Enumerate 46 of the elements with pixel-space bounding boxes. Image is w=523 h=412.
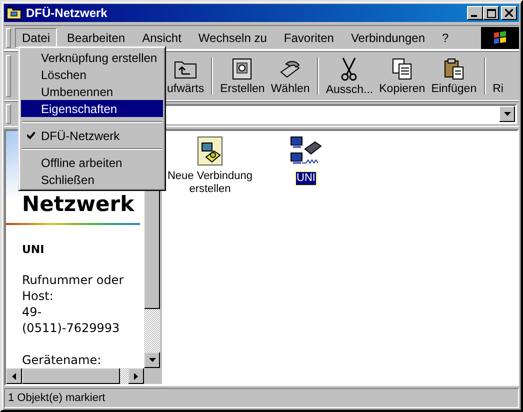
window-title: DFÜ-Netzwerk bbox=[26, 6, 108, 20]
detail-label: Gerätename: bbox=[22, 352, 102, 368]
toolbar-button[interactable]: Kopieren bbox=[376, 56, 428, 96]
windows-logo-icon bbox=[481, 27, 519, 49]
toolbar-button[interactable]: Wählen bbox=[268, 56, 313, 96]
menu-item[interactable]: Verknüpfung erstellen bbox=[21, 49, 163, 66]
maximize-icon bbox=[486, 8, 496, 18]
scroll-down-icon[interactable] bbox=[144, 352, 160, 368]
scissors-icon bbox=[340, 56, 358, 80]
folder-icon bbox=[6, 6, 22, 20]
copy-icon bbox=[391, 58, 414, 80]
icon-label[interactable]: Neue Verbindung erstellen bbox=[162, 170, 258, 196]
toolbar-button[interactable]: Erstellen bbox=[217, 56, 268, 96]
dialup-create-icon bbox=[231, 58, 254, 80]
menu-item[interactable]: Löschen bbox=[21, 66, 163, 83]
scrollbar-thumb[interactable] bbox=[22, 368, 120, 384]
minimize-button[interactable] bbox=[467, 6, 483, 20]
menu-item[interactable]: Bearbeiten bbox=[60, 28, 132, 48]
horizontal-scrollbar[interactable] bbox=[6, 368, 160, 384]
detail-label: Rufnummer oder Host: bbox=[22, 272, 125, 304]
scroll-right-icon[interactable] bbox=[128, 368, 144, 384]
phone-number: 49-(0511)-7629993 bbox=[22, 304, 121, 336]
toolbar-button[interactable]: Einfügen bbox=[428, 56, 480, 96]
close-icon bbox=[505, 9, 513, 17]
menu-item[interactable]: Offline arbeiten bbox=[21, 154, 163, 171]
close-button[interactable] bbox=[501, 6, 517, 20]
menu-item[interactable]: Favoriten bbox=[276, 28, 341, 48]
pane-heading: Netzwerk bbox=[22, 192, 136, 217]
maximize-button[interactable] bbox=[483, 6, 499, 20]
menu-item[interactable]: Schließen bbox=[21, 171, 163, 188]
status-text: 1 Objekt(e) markiert bbox=[8, 392, 106, 404]
menu-item[interactable]: Ansicht bbox=[135, 28, 188, 48]
menu-item[interactable]: Eigenschaften bbox=[21, 100, 163, 117]
menu-item[interactable]: Verbindungen bbox=[344, 28, 432, 48]
paste-icon bbox=[442, 58, 465, 80]
scroll-left-icon[interactable] bbox=[6, 368, 22, 384]
menu-item[interactable]: Wechseln zu bbox=[191, 28, 274, 48]
menu-item[interactable]: ? bbox=[435, 28, 456, 48]
checkmark-icon bbox=[27, 132, 35, 139]
toolbar-button[interactable]: Aussch... bbox=[322, 54, 376, 98]
connection-name: UNI bbox=[22, 243, 46, 256]
icon-label[interactable]: UNI bbox=[296, 172, 316, 185]
menu-item[interactable]: Umbenennen bbox=[21, 83, 163, 100]
toolbar-button[interactable]: Ri bbox=[490, 56, 506, 96]
menu-item[interactable]: DFÜ-Netzwerk bbox=[21, 127, 163, 144]
toolbar-button[interactable]: ufwärts bbox=[164, 56, 208, 96]
